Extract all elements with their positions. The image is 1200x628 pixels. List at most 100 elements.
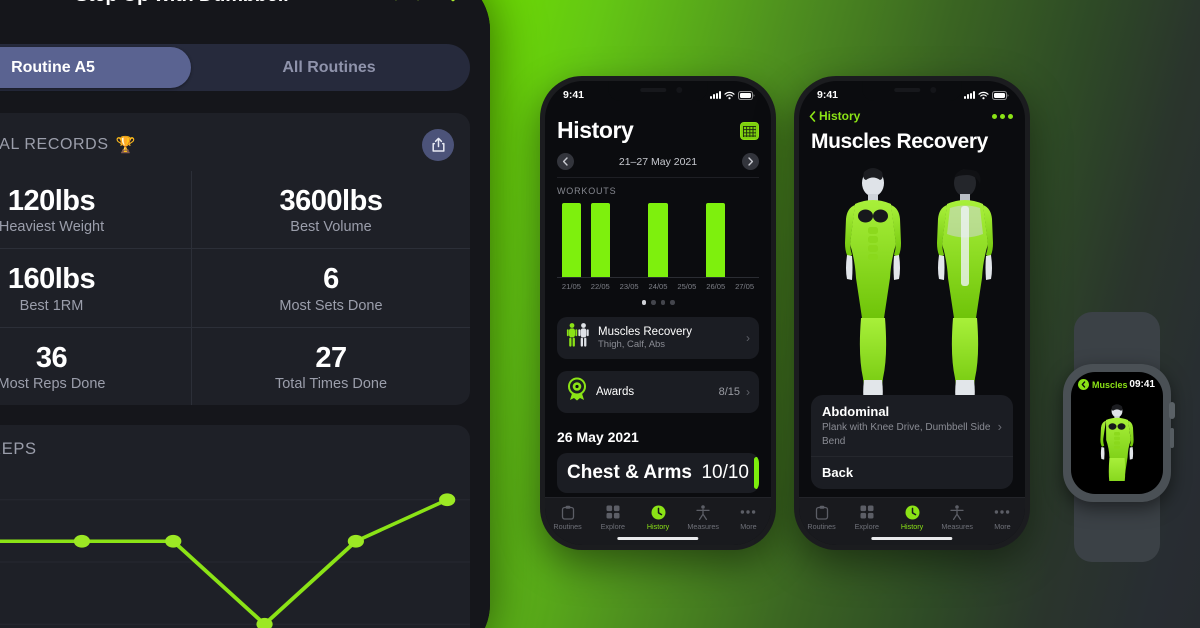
bar-column[interactable]	[615, 203, 644, 277]
right-nav-bar: History	[799, 105, 1025, 123]
divider	[811, 456, 1013, 457]
muscle-group-title-back: Back	[822, 465, 854, 480]
bar-column[interactable]	[586, 203, 615, 277]
list-item-subtitle: Thigh, Calf, Abs	[598, 338, 666, 350]
routine-segmented-control[interactable]: Routine A5 All Routines	[0, 44, 470, 91]
tab-explore[interactable]: Explore	[844, 504, 889, 531]
bar-column[interactable]	[730, 203, 759, 277]
right-phone: 9:41 History Muscles Recovery Abdominal …	[794, 76, 1030, 550]
list-item-muscles-recovery[interactable]: Muscles Recovery Thigh, Calf, Abs ›	[557, 316, 759, 359]
bar-label: 27/05	[735, 282, 755, 291]
chevron-right-icon: ›	[746, 330, 750, 345]
ellipsis-icon[interactable]	[992, 113, 1013, 119]
list-item-awards[interactable]: Awards 8/15 ›	[557, 370, 759, 413]
bar-column[interactable]	[701, 203, 730, 277]
wifi-icon	[978, 91, 989, 100]
page-dot[interactable]	[670, 300, 675, 305]
page-dot[interactable]	[641, 300, 646, 305]
pr-label: Most Sets Done	[279, 297, 383, 314]
trophy-icon: 🏆	[115, 137, 136, 154]
left-phone-screen: ❮ 2 of 6 Step Up with Dumbbell Routine A…	[0, 0, 490, 628]
status-time: 9:41	[817, 89, 839, 101]
share-icon[interactable]	[422, 129, 454, 161]
award-rosette-icon	[566, 377, 588, 406]
tab-more[interactable]: More	[980, 504, 1025, 531]
status-time: 9:41	[563, 89, 585, 101]
chevron-left-icon	[1078, 379, 1089, 390]
chevron-right-icon: ›	[997, 418, 1002, 434]
tab-label: More	[994, 522, 1011, 531]
bar-column[interactable]	[644, 203, 673, 277]
tab-label: Explore	[854, 522, 879, 531]
watch-time: 09:41	[1129, 379, 1155, 390]
muscle-body-diagrams[interactable]	[799, 160, 1025, 410]
middle-phone: 9:41 History 21–27 May 2021 WORKOUTS 21/…	[540, 76, 776, 550]
bar-label: 21/05	[561, 282, 581, 291]
chevron-up-icon[interactable]	[388, 0, 426, 3]
muscle-group-title: Abdominal	[822, 404, 890, 419]
bar-column[interactable]	[557, 203, 586, 277]
muscle-body-icon[interactable]	[1071, 394, 1163, 490]
status-bar: 9:41	[545, 81, 771, 105]
week-selector: 21–27 May 2021	[557, 153, 759, 178]
workout-row-chest-and-arms[interactable]: Chest & Arms 10/10	[557, 452, 759, 493]
page-dot[interactable]	[651, 300, 656, 305]
tab-history[interactable]: History	[889, 504, 934, 531]
body-icon	[696, 504, 710, 520]
tab-measures[interactable]: Measures	[681, 504, 726, 531]
grid-icon	[606, 504, 620, 520]
grid-icon	[860, 504, 874, 520]
pr-value: 120lbs	[7, 185, 96, 217]
history-body: History 21–27 May 2021 WORKOUTS 21/05 22/…	[545, 117, 771, 493]
ellipsis-icon	[994, 504, 1010, 520]
pr-cell-most-sets-done: 6 Most Sets Done	[191, 248, 470, 327]
muscles-recovery-title: Muscles Recovery	[811, 130, 988, 153]
watch-back-button[interactable]: Muscles	[1078, 379, 1128, 390]
cellular-icon	[964, 91, 975, 99]
pr-value: 36	[35, 341, 68, 374]
tab-measures[interactable]: Measures	[935, 504, 980, 531]
watch-screen: Muscles 09:41	[1071, 372, 1163, 494]
page-dot[interactable]	[660, 300, 665, 305]
apple-watch: Muscles 09:41	[1046, 312, 1194, 562]
segment-routine-a5[interactable]: Routine A5	[0, 47, 191, 88]
pr-value: 3600lbs	[279, 185, 383, 217]
tab-routines[interactable]: Routines	[545, 504, 590, 531]
chevron-left-icon[interactable]	[557, 153, 574, 170]
week-range-label: 21–27 May 2021	[618, 155, 698, 168]
tab-label: Explore	[600, 522, 625, 531]
workout-accent-bar	[754, 456, 759, 489]
right-phone-screen: 9:41 History Muscles Recovery Abdominal …	[799, 81, 1025, 545]
bar-column[interactable]	[672, 203, 701, 277]
tab-explore[interactable]: Explore	[590, 504, 635, 531]
page-title: Step Up with Dumbbell	[0, 0, 380, 7]
tab-history[interactable]: History	[635, 504, 680, 531]
bar-label: 23/05	[619, 282, 639, 291]
page-dots[interactable]	[557, 300, 759, 305]
workout-name: Chest & Arms	[567, 461, 692, 483]
history-title: History	[557, 117, 634, 143]
pr-label: Total Times Done	[274, 376, 388, 393]
muscle-group-card[interactable]: Abdominal Plank with Knee Drive, Dumbbel…	[811, 395, 1013, 489]
pr-cell-heaviest-weight: 120lbs Heaviest Weight	[0, 171, 191, 248]
tab-label: History	[646, 522, 670, 531]
chevron-down-icon[interactable]	[434, 0, 472, 3]
tab-routines[interactable]: Routines	[799, 504, 844, 531]
tab-more[interactable]: More	[726, 504, 771, 531]
left-phone: ❮ 2 of 6 Step Up with Dumbbell Routine A…	[0, 0, 490, 628]
home-indicator	[617, 536, 699, 540]
status-bar: 9:41	[799, 81, 1025, 105]
calendar-icon[interactable]	[740, 121, 759, 140]
pr-cell-best-volume: 3600lbs Best Volume	[191, 171, 470, 249]
total-reps-chart: 243036	[0, 465, 470, 628]
watch-nav: Muscles 09:41	[1071, 372, 1163, 390]
watch-side-button[interactable]	[1170, 428, 1174, 448]
segment-all-routines[interactable]: All Routines	[191, 47, 467, 88]
bar-label: 22/05	[590, 282, 610, 291]
digital-crown[interactable]	[1169, 402, 1175, 419]
exercise-nav-bar: ❮ 2 of 6 Step Up with Dumbbell	[0, 0, 490, 18]
bar	[561, 203, 581, 277]
chevron-right-icon[interactable]	[742, 153, 759, 170]
middle-phone-screen: 9:41 History 21–27 May 2021 WORKOUTS 21/…	[545, 81, 771, 545]
back-button-history[interactable]: History	[809, 109, 860, 123]
